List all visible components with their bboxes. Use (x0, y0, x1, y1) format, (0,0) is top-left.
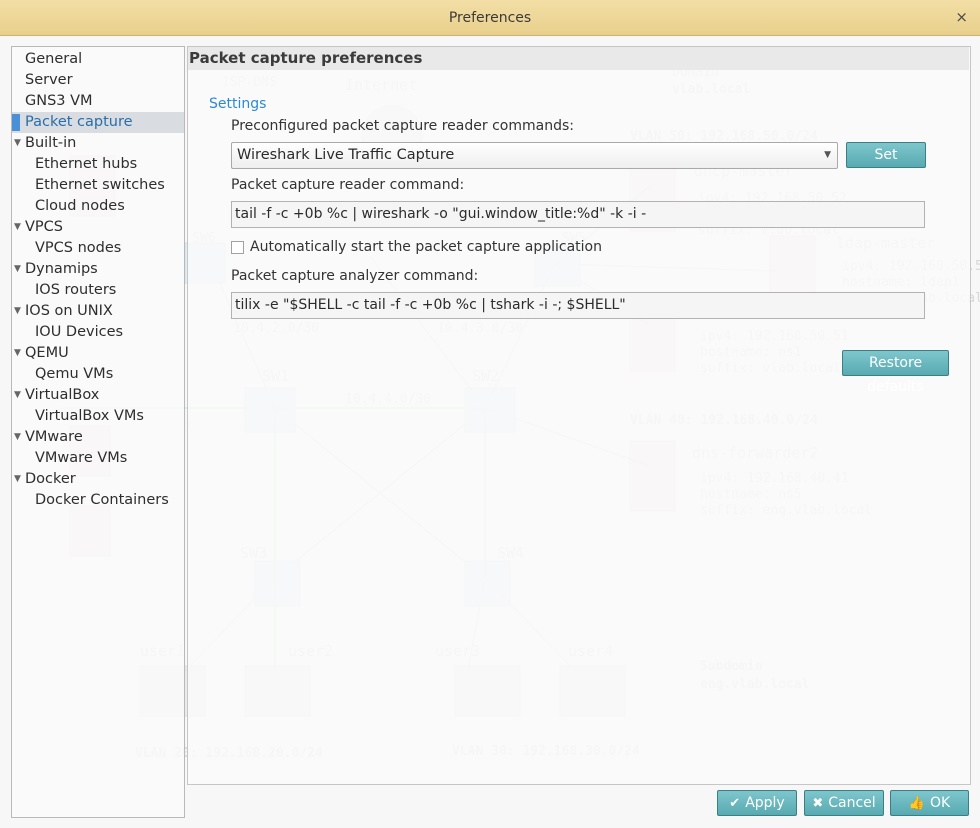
sidebar-item-label: Dynamips (25, 261, 98, 277)
sidebar-item-label: Cloud nodes (35, 198, 125, 214)
sidebar-item-ethernet-switches[interactable]: Ethernet switches (12, 175, 184, 196)
close-icon[interactable]: × (955, 8, 968, 26)
sidebar-item-label: VirtualBox (25, 387, 100, 403)
apply-label: Apply (745, 795, 785, 811)
splitter-handle[interactable]: ⋮ (184, 420, 192, 440)
sidebar-item-vpcs[interactable]: ▼ VPCS (12, 217, 184, 238)
sidebar-item-label: VMware (25, 429, 83, 445)
sidebar-item-label: VirtualBox VMs (35, 408, 144, 424)
analyzer-command-field[interactable]: tilix -e "$SHELL -c tail -f -c +0b %c | … (231, 292, 925, 319)
check-icon: ✔ (729, 796, 741, 811)
sidebar-item-label: VPCS nodes (35, 240, 122, 256)
sidebar-item-label: IOS routers (35, 282, 117, 298)
autostart-checkbox[interactable] (231, 241, 244, 254)
tree-expand-icon[interactable]: ▼ (14, 343, 21, 364)
sidebar-item-cloud-nodes[interactable]: Cloud nodes (12, 196, 184, 217)
page-title: Packet capture preferences (188, 47, 969, 70)
sidebar-item-label: General (25, 51, 83, 67)
chevron-down-icon: ▼ (824, 150, 831, 160)
tree-expand-icon[interactable]: ▼ (14, 469, 21, 490)
set-button[interactable]: Set (846, 142, 926, 168)
sidebar-item-label: IOU Devices (35, 324, 124, 340)
sidebar-item-built-in[interactable]: ▼ Built-in (12, 133, 184, 154)
analyzer-command-label: Packet capture analyzer command: (231, 268, 479, 284)
sidebar-item-label: IOS on UNIX (25, 303, 113, 319)
reader-command-label: Packet capture reader command: (231, 177, 465, 193)
window-title: Preferences (448, 9, 532, 26)
thumbs-up-icon: 👍 (908, 796, 925, 811)
sidebar-item-virtualbox[interactable]: ▼ VirtualBox (12, 385, 184, 406)
sidebar-item-packet-capture[interactable]: Packet capture (12, 112, 184, 133)
sidebar-item-label: VMware VMs (35, 450, 128, 466)
sidebar-item-iou-devices[interactable]: IOU Devices (12, 322, 184, 343)
sidebar-item-label: Built-in (25, 135, 77, 151)
sidebar-item-general[interactable]: General (12, 49, 184, 70)
cancel-button[interactable]: ✖ Cancel (804, 790, 884, 816)
reader-command-field[interactable]: tail -f -c +0b %c | wireshark -o "gui.wi… (231, 201, 925, 228)
sidebar-item-dynamips[interactable]: ▼ Dynamips (12, 259, 184, 280)
sidebar-item-ethernet-hubs[interactable]: Ethernet hubs (12, 154, 184, 175)
sidebar-item-label: Ethernet switches (35, 177, 165, 193)
tree-expand-icon[interactable]: ▼ (14, 427, 21, 448)
settings-group-label: Settings (209, 96, 267, 112)
sidebar-item-label: Docker Containers (35, 492, 169, 508)
sidebar-item-label: VPCS (25, 219, 63, 235)
ok-label: OK (929, 795, 951, 811)
sidebar-item-label: Server (25, 72, 73, 88)
sidebar-item-ios-routers[interactable]: IOS routers (12, 280, 184, 301)
sidebar-item-label: QEMU (25, 345, 69, 361)
apply-button[interactable]: ✔ Apply (717, 790, 797, 816)
sidebar-item-label: Ethernet hubs (35, 156, 138, 172)
preferences-sidebar: General Server GNS3 VM Packet capture ▼ Built… (11, 46, 185, 818)
sidebar-item-docker[interactable]: ▼ Docker (12, 469, 184, 490)
sidebar-item-label: Qemu VMs (35, 366, 114, 382)
preconfigured-label: Preconfigured packet capture reader comm… (231, 118, 574, 134)
tree-expand-icon[interactable]: ▼ (14, 385, 21, 406)
sidebar-item-vmware[interactable]: ▼ VMware (12, 427, 184, 448)
x-icon: ✖ (812, 796, 824, 811)
set-button-label: Set (874, 147, 898, 163)
sidebar-item-label: Docker (25, 471, 76, 487)
sidebar-item-virtualbox-vms[interactable]: VirtualBox VMs (12, 406, 184, 427)
restore-defaults-label: Restore defaults (867, 355, 924, 395)
sidebar-item-qemu[interactable]: ▼ QEMU (12, 343, 184, 364)
title-bar: Preferences × (0, 0, 980, 36)
sidebar-item-vpcs-nodes[interactable]: VPCS nodes (12, 238, 184, 259)
restore-defaults-button[interactable]: Restore defaults (842, 350, 949, 395)
sidebar-item-label: Packet capture (25, 114, 133, 130)
sidebar-item-gns3-vm[interactable]: GNS3 VM (12, 91, 184, 112)
sidebar-item-vmware-vms[interactable]: VMware VMs (12, 448, 184, 469)
tree-expand-icon[interactable]: ▼ (14, 133, 21, 154)
ok-button[interactable]: 👍 OK (890, 790, 969, 816)
sidebar-item-ios-on-unix[interactable]: ▼ IOS on UNIX (12, 301, 184, 322)
sidebar-item-server[interactable]: Server (12, 70, 184, 91)
preconfigured-commands-select[interactable]: Wireshark Live Traffic Capture ▼ (231, 142, 838, 169)
preconfigured-select-value: Wireshark Live Traffic Capture (237, 147, 455, 163)
tree-expand-icon[interactable]: ▼ (14, 259, 21, 280)
tree-expand-icon[interactable]: ▼ (14, 301, 21, 322)
sidebar-item-label: GNS3 VM (25, 93, 93, 109)
autostart-label: Automatically start the packet capture a… (250, 239, 602, 255)
cancel-label: Cancel (828, 795, 876, 811)
sidebar-item-qemu-vms[interactable]: Qemu VMs (12, 364, 184, 385)
tree-expand-icon[interactable]: ▼ (14, 217, 21, 238)
sidebar-item-docker-containers[interactable]: Docker Containers (12, 490, 184, 511)
